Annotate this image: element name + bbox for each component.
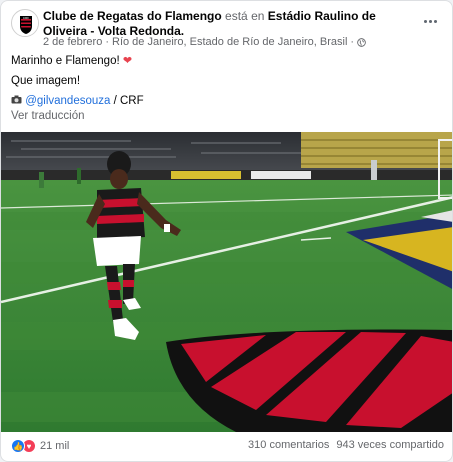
page-avatar[interactable]: CRF (11, 9, 39, 37)
post-date-link[interactable]: 2 de febrero (43, 36, 102, 48)
post-author-line: Clube de Regatas do Flamengo está en Est… (43, 9, 418, 39)
photo-credit: @gilvandesouza / CRF (11, 93, 441, 109)
svg-text:CRF: CRF (23, 16, 29, 20)
credit-handle-link[interactable]: @gilvandesouza (25, 95, 110, 107)
post-photo[interactable] (1, 132, 452, 432)
globe-icon[interactable] (357, 37, 366, 47)
page-name-link[interactable]: Clube de Regatas do Flamengo (43, 9, 222, 23)
more-options-button[interactable] (420, 13, 440, 29)
message-text: Marinho e Flamengo! (11, 55, 120, 67)
more-dot (433, 19, 437, 23)
credit-rest: / CRF (110, 95, 144, 107)
camera-icon (11, 95, 25, 107)
engagement-stats: 310 comentarios 943 veces compartido (248, 439, 444, 451)
post-place: Río de Janeiro, Estado de Río de Janeiro… (112, 36, 348, 48)
message-line-2: Que imagem! (11, 75, 81, 87)
shares-count-link[interactable]: 943 veces compartido (336, 439, 444, 451)
post-header: CRF Clube de Regatas do Flamengo está en… (11, 9, 444, 49)
reactions-count: 21 mil (40, 440, 70, 452)
more-dot (428, 19, 432, 23)
reactions-summary[interactable]: 👍 ♥ 21 mil (11, 439, 69, 453)
at-text: está en (225, 9, 265, 23)
meta-separator: · (350, 36, 355, 48)
like-reaction-icon: 👍 (11, 439, 25, 453)
post-meta: 2 de febrero · Río de Janeiro, Estado de… (43, 36, 366, 48)
meta-separator: · (105, 36, 109, 48)
see-translation-link[interactable]: Ver traducción (11, 110, 85, 122)
heart-emoji-icon: ❤ (122, 55, 133, 67)
post-card: CRF Clube de Regatas do Flamengo está en… (0, 0, 453, 462)
post-message: Marinho e Flamengo! ❤ Que imagem! @gilva… (11, 53, 441, 113)
comments-count-link[interactable]: 310 comentarios (248, 439, 329, 451)
post-footer: 👍 ♥ 21 mil 310 comentarios 943 veces com… (11, 439, 444, 457)
more-dot (423, 19, 427, 23)
message-line-1: Marinho e Flamengo! ❤ (11, 53, 441, 69)
